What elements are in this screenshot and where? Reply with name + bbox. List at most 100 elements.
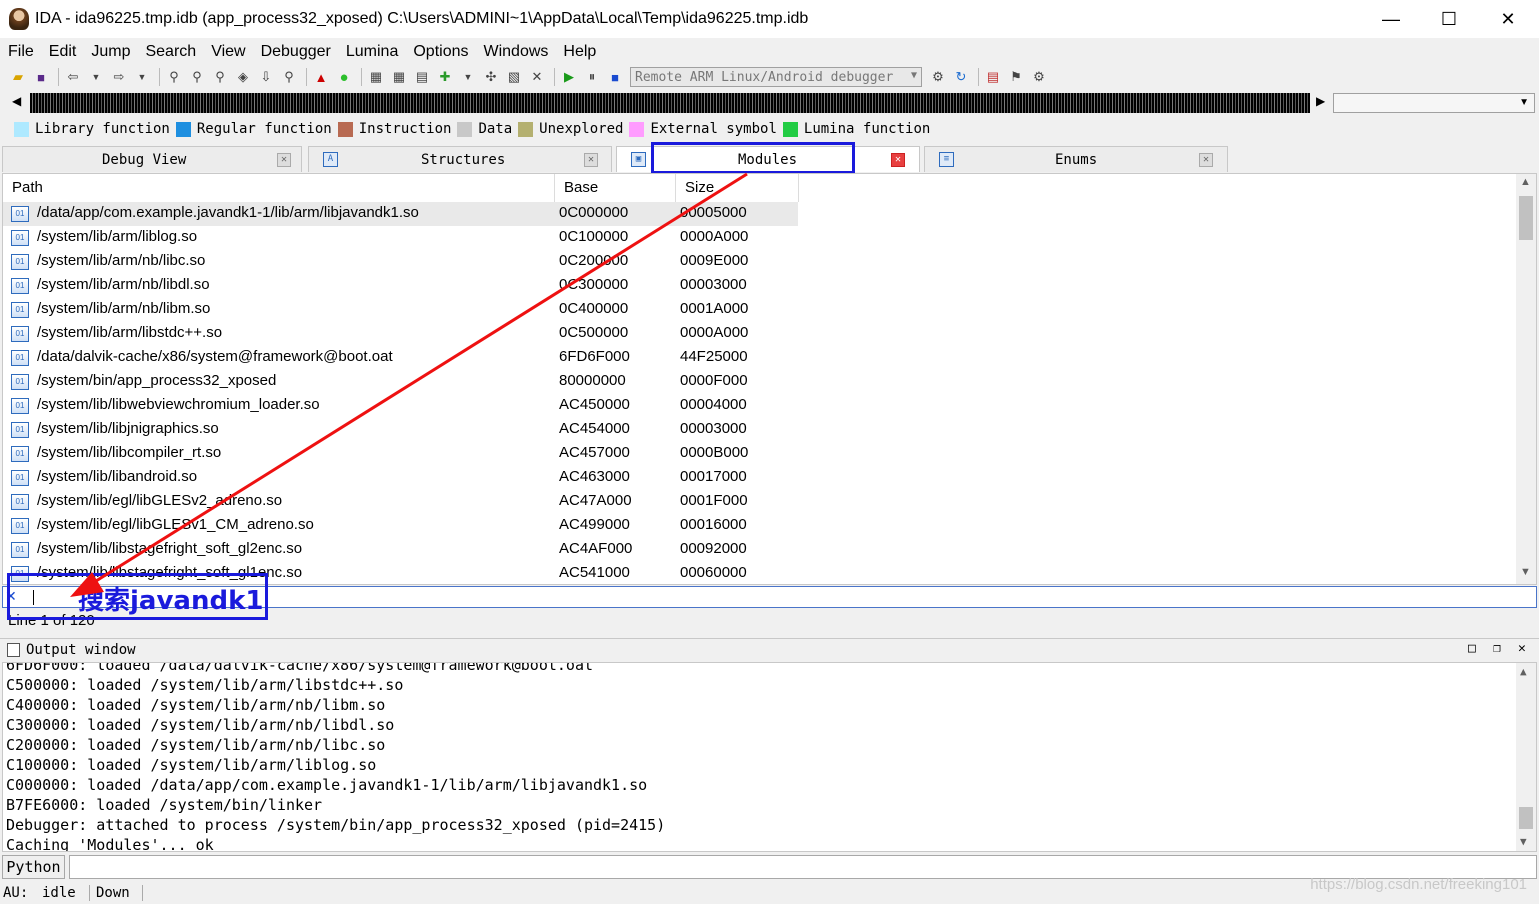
- close-pane-icon[interactable]: ✕: [1518, 641, 1526, 656]
- column-header-size[interactable]: Size: [676, 174, 799, 202]
- start-process-icon[interactable]: ▶: [561, 69, 577, 85]
- debugger-options-icon[interactable]: ⚙: [1031, 69, 1047, 85]
- close-tab-icon[interactable]: ✕: [277, 153, 291, 167]
- green-circle-icon[interactable]: ●: [336, 69, 352, 86]
- scroll-up-icon[interactable]: ▲: [1520, 176, 1531, 188]
- menu-options[interactable]: Options: [413, 43, 468, 61]
- table-row[interactable]: 01/system/lib/arm/nb/libm.so 0C400000 0001…: [3, 298, 1515, 322]
- table-row[interactable]: 01/system/lib/arm/nb/libc.so 0C200000 0009…: [3, 250, 1515, 274]
- debugger-select[interactable]: Remote ARM Linux/Android debugger ▼: [630, 67, 922, 87]
- table-row[interactable]: 01/system/lib/libcompiler_rt.so AC457000 0…: [3, 442, 1515, 466]
- open-folder-icon[interactable]: ▰: [10, 69, 26, 85]
- add-icon[interactable]: ✚: [437, 69, 453, 85]
- column-header-path[interactable]: Path: [3, 174, 555, 202]
- table-row[interactable]: 01/system/lib/libjnigraphics.so AC454000 0…: [3, 418, 1515, 442]
- xrefs-icon[interactable]: ⚲: [281, 69, 297, 85]
- search-text-icon[interactable]: ⚲: [189, 69, 205, 85]
- search-immediate-icon[interactable]: ⚲: [212, 69, 228, 85]
- scroll-up-icon[interactable]: ▲: [1520, 665, 1527, 678]
- tab-debug-view[interactable]: Debug View ✕: [2, 146, 302, 172]
- module-icon: 01: [11, 374, 29, 390]
- search-binary-icon[interactable]: ⚲: [166, 69, 182, 85]
- menu-help[interactable]: Help: [563, 43, 596, 61]
- close-tab-icon[interactable]: ✕: [584, 153, 598, 167]
- pause-process-icon[interactable]: ⏸: [584, 69, 600, 85]
- make-code-icon[interactable]: ▦: [368, 69, 384, 85]
- nav-left-arrow-icon[interactable]: ◀: [12, 94, 21, 108]
- save-icon[interactable]: ■: [33, 69, 49, 85]
- module-path: /system/lib/libandroid.so: [37, 468, 198, 485]
- add-dropdown-icon[interactable]: ▼: [460, 69, 476, 85]
- table-row[interactable]: 01/system/bin/app_process32_xposed 800000…: [3, 370, 1515, 394]
- maximize-button[interactable]: ☐: [1420, 0, 1478, 38]
- output-line: C500000: loaded /system/lib/arm/libstdc+…: [6, 676, 404, 694]
- menu-debugger[interactable]: Debugger: [261, 43, 331, 61]
- table-row[interactable]: 01/data/app/com.example.javandk1-1/lib/a…: [3, 202, 798, 226]
- table-row[interactable]: 01/system/lib/libandroid.so AC463000 00017…: [3, 466, 1515, 490]
- rename-icon[interactable]: ▧: [506, 69, 522, 85]
- table-row[interactable]: 01/system/lib/arm/liblog.so 0C100000 0000A…: [3, 226, 1515, 250]
- minimize-button[interactable]: —: [1362, 0, 1420, 38]
- tab-label: Debug View: [102, 151, 187, 168]
- make-data-icon[interactable]: ▦: [391, 69, 407, 85]
- table-row[interactable]: 01/system/lib/arm/nb/libdl.so 0C300000 000…: [3, 274, 1515, 298]
- tab-modules[interactable]: ▣ Modules ✕: [616, 142, 920, 174]
- delete-icon[interactable]: ✕: [529, 69, 545, 85]
- chevron-down-icon: ▼: [910, 70, 917, 81]
- restore-pane-icon[interactable]: □: [1468, 641, 1476, 656]
- forward-dropdown-icon[interactable]: ▼: [134, 69, 150, 85]
- table-row[interactable]: 01/system/lib/libwebviewchromium_loader.…: [3, 394, 1515, 418]
- scrollbar-thumb[interactable]: [1519, 196, 1533, 240]
- navigation-band-strip[interactable]: [30, 93, 1310, 113]
- scroll-down-icon[interactable]: ▼: [1520, 835, 1527, 848]
- menu-search[interactable]: Search: [145, 43, 196, 61]
- module-size: 0000A000: [680, 228, 749, 245]
- make-array-icon[interactable]: ▤: [414, 69, 430, 85]
- float-pane-icon[interactable]: ❐: [1493, 641, 1501, 656]
- table-row[interactable]: 01/system/lib/egl/libGLESv1_CM_adreno.so…: [3, 514, 1515, 538]
- output-scrollbar[interactable]: ▲ ▼: [1516, 663, 1536, 851]
- close-tab-icon[interactable]: ✕: [1199, 153, 1213, 167]
- python-language-button[interactable]: Python: [2, 855, 65, 879]
- menu-windows[interactable]: Windows: [483, 43, 548, 61]
- table-row[interactable]: 01/system/lib/libstagefright_soft_gl2enc…: [3, 538, 1515, 562]
- module-icon: 01: [11, 206, 29, 222]
- scrollbar-thumb[interactable]: [1519, 807, 1533, 829]
- table-row[interactable]: 01/system/lib/arm/libstdc++.so 0C500000 00…: [3, 322, 1515, 346]
- modules-header: Path Base Size: [3, 174, 799, 202]
- menu-lumina[interactable]: Lumina: [346, 43, 398, 61]
- module-icon: 01: [11, 230, 29, 246]
- table-row[interactable]: 01/system/lib/egl/libGLESv2_adreno.so AC4…: [3, 490, 1515, 514]
- undefine-icon[interactable]: ✣: [483, 69, 499, 85]
- navigation-band[interactable]: ◀ ▶: [8, 92, 1328, 116]
- attach-process-icon[interactable]: ⚙: [930, 69, 946, 85]
- window-title: IDA - ida96225.tmp.idb (app_process32_xp…: [35, 10, 809, 27]
- legend-swatch: [175, 121, 191, 137]
- back-dropdown-icon[interactable]: ▼: [88, 69, 104, 85]
- tab-structures[interactable]: A Structures ✕: [308, 146, 612, 172]
- menu-jump[interactable]: Jump: [91, 43, 130, 61]
- output-window[interactable]: 6FD6F000: loaded /data/dalvik-cache/x86/…: [2, 662, 1537, 852]
- table-row[interactable]: 01/data/dalvik-cache/x86/system@framewor…: [3, 346, 1515, 370]
- debugger-select-value: Remote ARM Linux/Android debugger: [635, 69, 894, 85]
- navigation-combo[interactable]: ▼: [1333, 93, 1535, 113]
- scroll-down-icon[interactable]: ▼: [1520, 566, 1531, 578]
- menu-edit[interactable]: Edit: [49, 43, 77, 61]
- modules-scrollbar[interactable]: ▲ ▼: [1516, 174, 1536, 584]
- tracing-icon[interactable]: ⚑: [1008, 69, 1024, 85]
- find-next-icon[interactable]: ◈: [235, 69, 251, 85]
- detach-process-icon[interactable]: ↻: [953, 69, 969, 85]
- close-tab-icon[interactable]: ✕: [891, 153, 905, 167]
- breakpoint-list-icon[interactable]: ▤: [985, 69, 1001, 85]
- stop-process-icon[interactable]: ■: [607, 69, 623, 85]
- forward-arrow-icon[interactable]: ⇨: [111, 69, 127, 85]
- nav-right-arrow-icon[interactable]: ▶: [1316, 94, 1325, 108]
- tab-enums[interactable]: ≡ Enums ✕: [924, 146, 1228, 172]
- warning-icon[interactable]: ▲: [313, 69, 329, 85]
- column-header-base[interactable]: Base: [555, 174, 676, 202]
- down-arrow-icon[interactable]: ⇩: [258, 69, 274, 85]
- back-arrow-icon[interactable]: ⇦: [65, 69, 81, 85]
- menu-view[interactable]: View: [211, 43, 245, 61]
- close-button[interactable]: ✕: [1479, 0, 1537, 38]
- menu-file[interactable]: File: [8, 43, 34, 61]
